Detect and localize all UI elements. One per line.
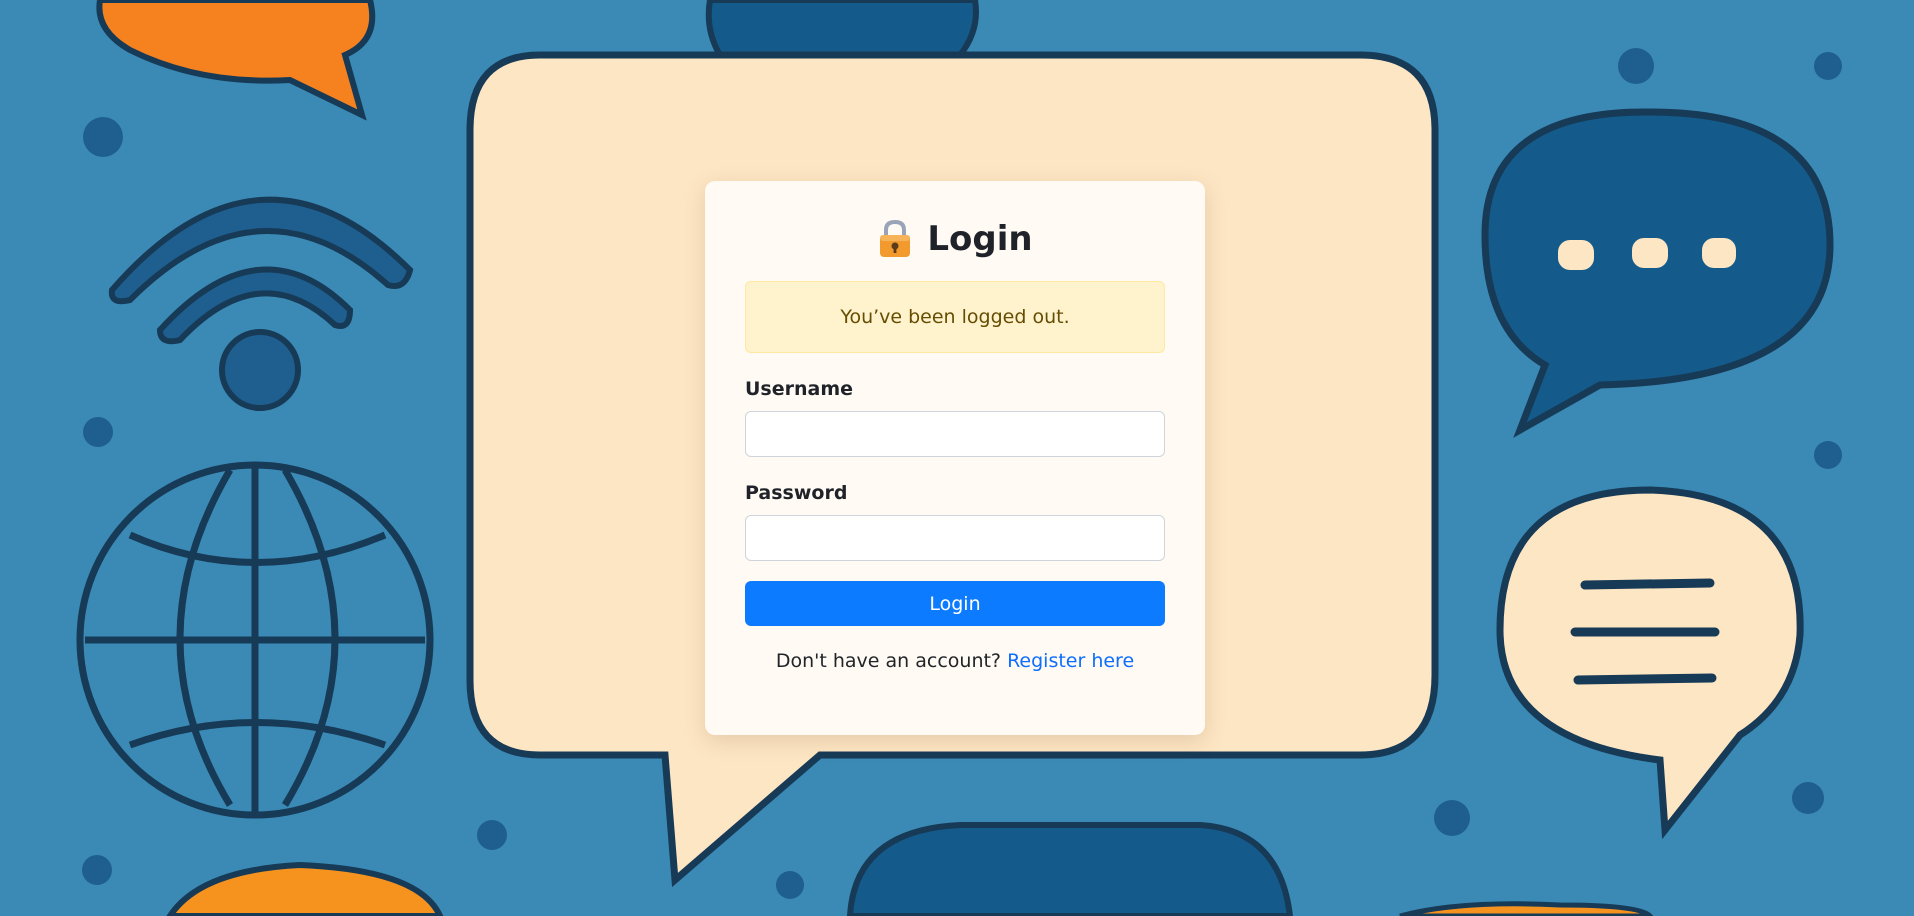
lock-icon [880, 219, 911, 257]
login-button[interactable]: Login [745, 581, 1165, 626]
globe-illustration [76, 461, 434, 819]
password-input[interactable] [745, 515, 1165, 561]
username-label: Username [745, 378, 854, 400]
page-title: Login [927, 219, 1033, 259]
register-link[interactable]: Register here [1007, 650, 1134, 672]
username-input[interactable] [745, 411, 1165, 457]
login-card: Login You’ve been logged out. Username P… [705, 181, 1205, 735]
login-heading: Login [745, 217, 1165, 261]
register-prompt-text: Don't have an account? [775, 650, 1002, 672]
logout-alert: You’ve been logged out. [745, 281, 1165, 353]
register-prompt: Don't have an account? Register here [745, 650, 1165, 672]
password-label: Password [745, 482, 848, 504]
